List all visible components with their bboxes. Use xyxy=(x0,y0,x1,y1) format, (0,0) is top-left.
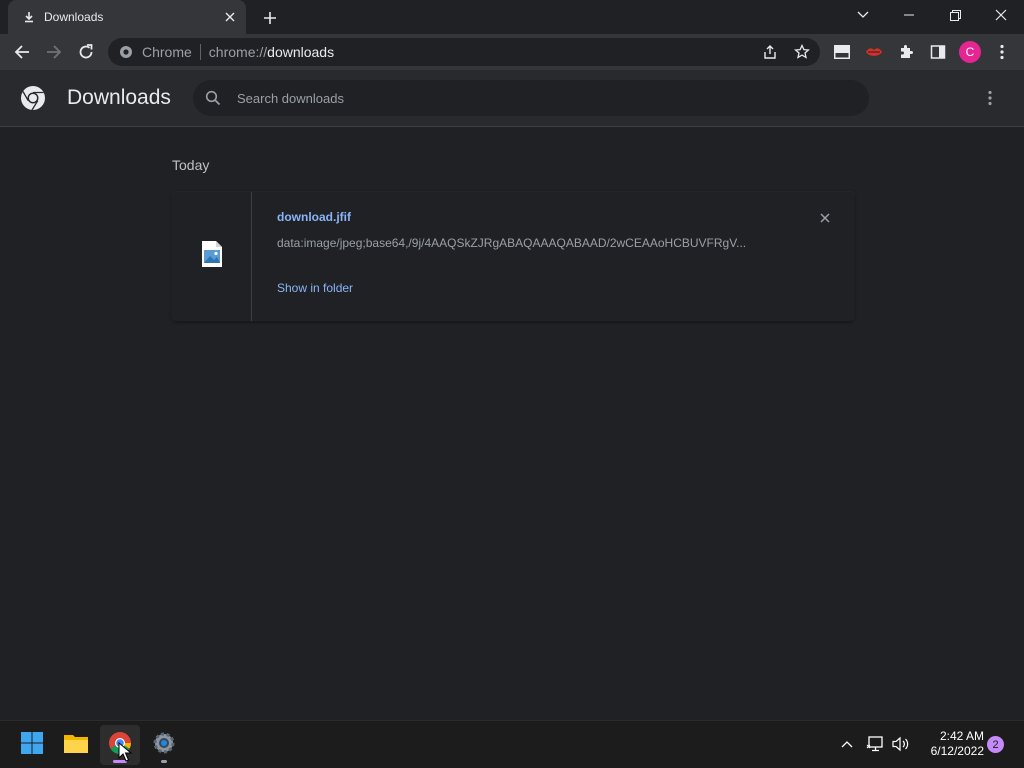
start-icon xyxy=(20,731,44,760)
tray-overflow-chevron-icon[interactable] xyxy=(836,733,858,755)
taskbar-clock[interactable]: 2:42 AM 6/12/2022 xyxy=(912,729,984,759)
clock-date: 6/12/2022 xyxy=(930,744,984,758)
download-source-url: data:image/jpeg;base64,/9j/4AAQSkZJRgABA… xyxy=(277,236,747,250)
windows-taskbar xyxy=(0,720,1024,768)
mouse-cursor-icon xyxy=(118,741,133,762)
file-icon-column xyxy=(172,192,252,321)
chrome-menu-icon[interactable] xyxy=(988,38,1016,66)
address-bar[interactable]: Chrome chrome:// downloads xyxy=(108,38,820,66)
show-in-folder-link[interactable]: Show in folder xyxy=(277,281,353,295)
back-button[interactable] xyxy=(8,38,36,66)
running-app-indicator xyxy=(161,760,167,763)
forward-button[interactable] xyxy=(40,38,68,66)
settings-icon xyxy=(152,731,176,760)
page-title: Downloads xyxy=(67,86,171,109)
file-explorer-button[interactable] xyxy=(56,725,96,765)
close-window-button[interactable] xyxy=(978,0,1024,30)
image-file-icon xyxy=(201,240,223,273)
tab-close-icon[interactable] xyxy=(222,9,238,25)
lips-extension-icon[interactable] xyxy=(860,38,888,66)
media-extension-icon[interactable] xyxy=(828,38,856,66)
omnibox-divider xyxy=(199,44,201,60)
url-scheme: chrome:// xyxy=(208,44,268,60)
volume-icon[interactable] xyxy=(890,733,912,755)
date-section-heading: Today xyxy=(172,157,210,173)
minimize-button[interactable] xyxy=(886,0,932,30)
restore-button[interactable] xyxy=(932,0,978,30)
download-item: download.jfif data:image/jpeg;base64,/9j… xyxy=(172,192,854,321)
side-panel-icon[interactable] xyxy=(924,38,952,66)
share-icon[interactable] xyxy=(758,40,782,64)
network-icon[interactable] xyxy=(864,733,886,755)
bookmark-star-icon[interactable] xyxy=(790,40,814,64)
reload-button[interactable] xyxy=(72,38,100,66)
chrome-site-icon xyxy=(118,44,134,60)
download-file-name[interactable]: download.jfif xyxy=(277,210,351,224)
search-icon xyxy=(204,89,222,107)
downloads-more-icon[interactable] xyxy=(978,86,1002,110)
extensions-puzzle-icon[interactable] xyxy=(892,38,920,66)
settings-taskbar-button[interactable] xyxy=(144,725,184,765)
download-icon xyxy=(21,9,37,25)
site-chip: Chrome xyxy=(142,44,192,60)
url-host: downloads xyxy=(267,44,335,60)
chrome-logo-icon xyxy=(20,85,46,111)
tab-title: Downloads xyxy=(44,10,104,24)
search-input[interactable] xyxy=(237,90,837,106)
new-tab-button[interactable] xyxy=(260,8,280,28)
remove-download-icon[interactable] xyxy=(817,210,833,226)
notification-badge[interactable]: 2 xyxy=(987,736,1004,753)
browser-toolbar: Chrome chrome:// downloads xyxy=(0,34,1024,70)
tab-downloads[interactable]: Downloads xyxy=(8,0,246,34)
tab-search-chevron-icon[interactable] xyxy=(840,0,886,30)
file-explorer-icon xyxy=(63,732,89,759)
search-downloads-field[interactable] xyxy=(193,80,869,116)
clock-time: 2:42 AM xyxy=(939,729,984,743)
profile-avatar[interactable]: C xyxy=(959,41,981,63)
start-button[interactable] xyxy=(12,725,52,765)
title-bar: Downloads xyxy=(0,0,1024,34)
